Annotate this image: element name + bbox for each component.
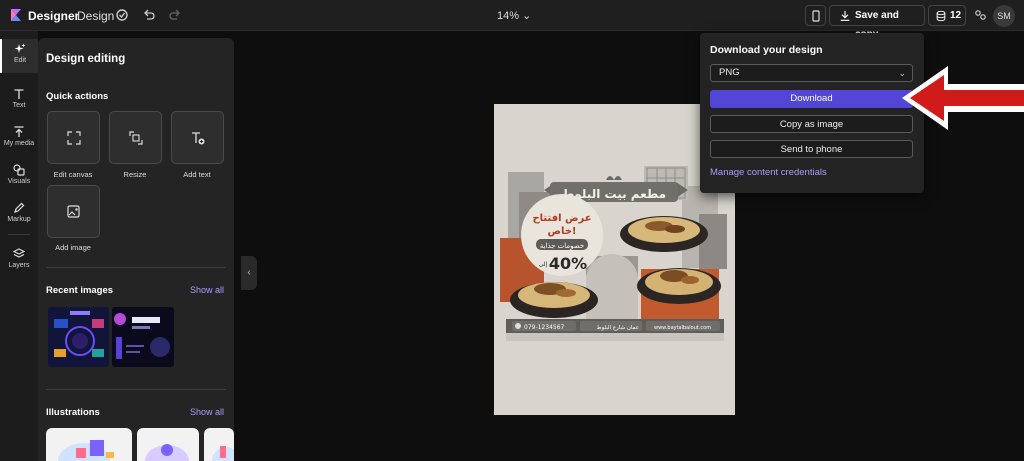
edit-canvas-icon — [67, 131, 81, 145]
add-image-label: Add image — [55, 243, 91, 252]
save-and-copy-button[interactable]: Save and copy — [829, 5, 925, 40]
poster-artwork: مطعم بيت البلوط عرض افتتاح خاص! خصومات ج… — [494, 104, 735, 415]
quick-actions-title: Quick actions — [46, 91, 109, 102]
add-image-icon — [67, 205, 80, 218]
upload-icon — [14, 126, 24, 137]
left-rail: Edit Text My media Visuals Markup Layers — [0, 31, 38, 461]
add-text-icon — [192, 132, 205, 145]
rail-item-text[interactable]: Text — [0, 84, 38, 118]
send-to-phone-button[interactable]: Send to phone — [710, 140, 913, 158]
poster-discount: 40% — [549, 254, 587, 273]
rail-label: My media — [3, 140, 35, 147]
chevron-down-icon: ⌄ — [522, 10, 532, 22]
design-canvas[interactable]: مطعم بيت البلوط عرض افتتاح خاص! خصومات ج… — [494, 104, 735, 415]
panel-title: Design editing — [46, 53, 126, 65]
file-format-select[interactable]: PNG ⌄ — [710, 64, 913, 82]
edit-canvas-button[interactable] — [47, 111, 100, 164]
credits-count: 12 — [950, 10, 962, 21]
rail-label: Text — [12, 102, 26, 109]
rail-label: Visuals — [7, 178, 31, 185]
design-editing-panel: Design editing Quick actions Edit canvas… — [38, 38, 234, 461]
annotation-arrow-icon — [902, 66, 1024, 130]
resize-icon — [129, 131, 143, 145]
illustration-thumbnail[interactable] — [204, 428, 234, 461]
panel-divider — [46, 389, 226, 390]
zoom-level[interactable]: 14% ⌄ — [497, 9, 531, 22]
download-panel: Download your design PNG ⌄ Download Copy… — [700, 33, 924, 193]
pen-icon — [14, 202, 25, 213]
poster-website: www.baytalbalout.com — [654, 325, 711, 331]
rail-item-edit[interactable]: Edit — [0, 39, 38, 73]
recent-image-thumbnail[interactable] — [48, 307, 109, 367]
poster-phone: 079-1234567 — [524, 324, 565, 331]
mobile-preview-button[interactable] — [805, 5, 826, 26]
add-text-label: Add text — [183, 170, 211, 179]
rail-item-visuals[interactable]: Visuals — [0, 160, 38, 194]
illustration-thumbnail[interactable] — [46, 428, 132, 461]
recent-image-thumbnail[interactable] — [112, 307, 174, 367]
rail-label: Markup — [7, 216, 31, 223]
illustrations-show-all-link[interactable]: Show all — [190, 407, 224, 417]
top-bar: Designer Design 14% ⌄ Save and copy 12 S… — [0, 0, 1024, 40]
download-icon — [840, 10, 850, 21]
collapse-panel-button[interactable]: ‹ — [241, 256, 257, 290]
panel-divider — [46, 267, 226, 268]
dish-3 — [510, 282, 598, 318]
shapes-icon — [13, 164, 25, 176]
resize-label: Resize — [123, 170, 147, 179]
coins-icon — [936, 10, 946, 22]
file-format-value: PNG — [719, 67, 740, 78]
undo-icon[interactable] — [142, 8, 156, 22]
dish-1 — [620, 216, 708, 252]
rail-item-my-media[interactable]: My media — [0, 122, 38, 156]
recent-images-show-all-link[interactable]: Show all — [190, 285, 224, 295]
resize-button[interactable] — [109, 111, 162, 164]
poster-offer-line1: عرض افتتاح — [532, 213, 591, 224]
illustration-1 — [58, 440, 114, 461]
illustration-2 — [145, 444, 189, 461]
app-brand: Designer — [28, 9, 80, 23]
poster-discount-prefix: إلى — [539, 261, 548, 268]
sparkle-icon — [14, 43, 26, 53]
recent-image-1 — [48, 307, 109, 367]
phone-icon — [812, 10, 820, 22]
rail-divider — [8, 234, 30, 235]
download-button[interactable]: Download — [710, 90, 913, 108]
layers-icon — [13, 248, 25, 258]
share-people-icon[interactable] — [973, 8, 987, 22]
illustration-thumbnail[interactable] — [137, 428, 199, 461]
rail-item-markup[interactable]: Markup — [0, 198, 38, 232]
poster-offer-line2: خاص! — [548, 226, 577, 237]
download-panel-title: Download your design — [710, 44, 823, 56]
rail-label: Edit — [13, 57, 27, 64]
app-mode[interactable]: Design — [77, 9, 114, 23]
illustrations-title: Illustrations — [46, 407, 100, 418]
rail-item-layers[interactable]: Layers — [0, 244, 38, 278]
rail-label: Layers — [8, 262, 30, 269]
illustration-3 — [212, 446, 234, 461]
text-icon — [14, 89, 24, 99]
cloud-sync-icon[interactable] — [115, 8, 129, 22]
add-text-button[interactable] — [171, 111, 224, 164]
designer-logo-icon — [11, 9, 21, 21]
user-avatar[interactable]: SM — [993, 5, 1015, 27]
add-image-button[interactable] — [47, 185, 100, 238]
dish-2 — [637, 268, 721, 304]
redo-icon[interactable] — [168, 8, 182, 22]
chevron-left-icon: ‹ — [247, 267, 251, 278]
recent-images-title: Recent images — [46, 285, 114, 296]
recent-image-2 — [112, 307, 174, 367]
poster-address: عمان شارع البلوط — [596, 325, 639, 331]
manage-content-credentials-link[interactable]: Manage content credentials — [710, 167, 827, 178]
credits-button[interactable]: 12 — [928, 5, 966, 26]
copy-as-image-button[interactable]: Copy as image — [710, 115, 913, 133]
poster-offer-line3: خصومات جذابة — [540, 242, 584, 250]
edit-canvas-label: Edit canvas — [53, 170, 93, 179]
